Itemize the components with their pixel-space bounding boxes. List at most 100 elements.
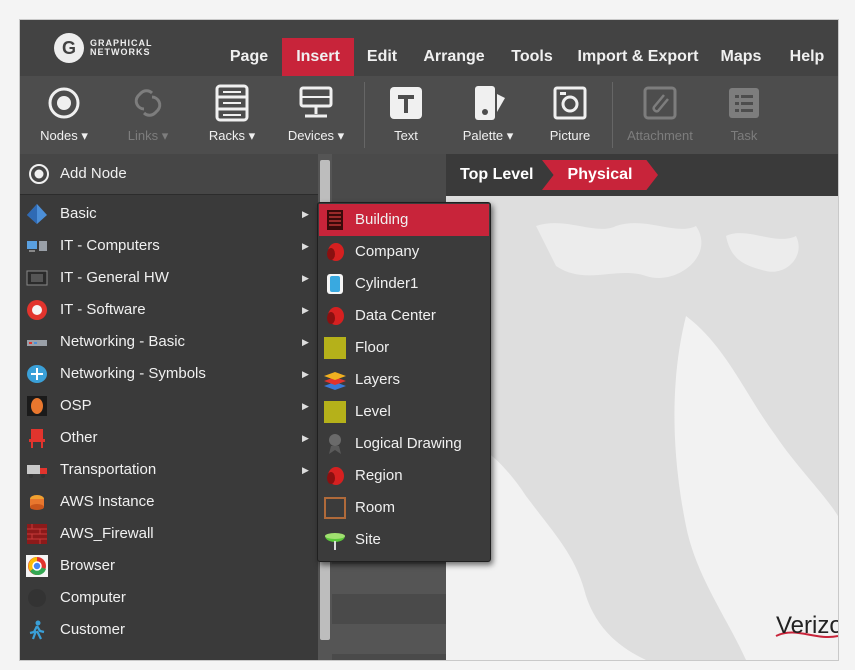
menu-item-networking-basic[interactable]: Networking - Basic ▶ xyxy=(20,326,318,358)
attachment-button[interactable]: Attachment xyxy=(620,82,700,152)
submenu-item-label: Region xyxy=(355,467,403,484)
map-label: Verizo xyxy=(776,612,838,639)
menu-item-osp[interactable]: OSP ▶ xyxy=(20,390,318,422)
submenu-arrow-icon: ▶ xyxy=(302,433,309,443)
map-canvas[interactable]: Verizo xyxy=(446,196,838,660)
menu-item-label: IT - Software xyxy=(60,301,146,318)
customer-icon xyxy=(26,619,48,641)
map-background xyxy=(446,196,838,660)
menu-tools[interactable]: Tools xyxy=(506,38,558,76)
menu-page[interactable]: Page xyxy=(222,38,276,76)
links-button[interactable]: Links ▾ xyxy=(108,82,188,152)
menu-item-it-general-hw[interactable]: IT - General HW ▶ xyxy=(20,262,318,294)
submenu-item-data-center[interactable]: Data Center xyxy=(319,300,489,332)
menu-insert[interactable]: Insert xyxy=(282,38,354,76)
menu-item-label: Transportation xyxy=(60,461,157,478)
menu-help[interactable]: Help xyxy=(784,38,830,76)
truck-icon xyxy=(26,459,48,481)
menu-item-transportation[interactable]: Transportation ▶ xyxy=(20,454,318,486)
hardware-icon xyxy=(26,267,48,289)
menu-item-other[interactable]: Other ▶ xyxy=(20,422,318,454)
submenu-item-label: Floor xyxy=(355,339,390,356)
add-node-label: Add Node xyxy=(60,165,127,182)
submenu-item-layers[interactable]: Layers xyxy=(319,364,489,396)
room-icon xyxy=(323,496,347,520)
menu-item-label: Computer xyxy=(60,589,126,606)
menu-item-label: AWS_Firewall xyxy=(60,525,154,542)
menu-bar: G GRAPHICAL NETWORKS Page Insert Edit Ar… xyxy=(20,20,838,76)
network-device-icon xyxy=(26,331,48,353)
submenu-arrow-icon: ▶ xyxy=(302,305,309,315)
task-icon xyxy=(704,82,784,124)
menu-item-aws-instance[interactable]: AWS Instance xyxy=(20,486,318,518)
menu-item-networking-symbols[interactable]: Networking - Symbols ▶ xyxy=(20,358,318,390)
submenu-item-building[interactable]: Building xyxy=(319,204,489,236)
toolbar-divider xyxy=(612,82,613,148)
submenu-item-logical-drawing[interactable]: Logical Drawing xyxy=(319,428,489,460)
menu-maps[interactable]: Maps xyxy=(716,38,766,76)
menu-arrange[interactable]: Arrange xyxy=(418,38,490,76)
breadcrumb-top-level[interactable]: Top Level xyxy=(460,160,534,190)
submenu-item-label: Building xyxy=(355,211,409,228)
attachment-label: Attachment xyxy=(627,128,693,143)
palette-button[interactable]: Palette ▾ xyxy=(448,82,528,152)
palette-icon xyxy=(448,82,528,124)
submenu-item-company[interactable]: Company xyxy=(319,236,489,268)
menu-item-customer[interactable]: Customer xyxy=(20,614,318,646)
menu-item-aws-firewall[interactable]: AWS_Firewall xyxy=(20,518,318,550)
toolbar-divider xyxy=(364,82,365,148)
submenu-item-site[interactable]: Site xyxy=(319,524,489,556)
submenu-item-label: Cylinder1 xyxy=(355,275,419,292)
menu-item-it-software[interactable]: IT - Software ▶ xyxy=(20,294,318,326)
task-label: Task xyxy=(730,128,758,143)
add-node-button[interactable]: Add Node xyxy=(20,154,318,195)
floor-icon xyxy=(323,336,347,360)
menu-item-computer[interactable]: Computer xyxy=(20,582,318,614)
menu-item-label: Other xyxy=(60,429,98,446)
menu-edit[interactable]: Edit xyxy=(360,38,404,76)
menu-item-label: Networking - Basic xyxy=(60,333,186,350)
cylinder-icon xyxy=(323,272,347,296)
palette-label: Palette ▾ xyxy=(462,128,514,143)
breadcrumb: Top Level Physical xyxy=(446,154,838,196)
menu-item-browser[interactable]: Browser xyxy=(20,550,318,582)
add-node-icon xyxy=(28,163,50,185)
submenu-item-floor[interactable]: Floor xyxy=(319,332,489,364)
computer-icon xyxy=(26,587,48,609)
submenu-arrow-icon: ▶ xyxy=(302,401,309,411)
submenu-item-label: Room xyxy=(355,499,396,516)
text-button[interactable]: Text xyxy=(366,82,446,152)
submenu-item-room[interactable]: Room xyxy=(319,492,489,524)
nodes-button[interactable]: Nodes ▾ xyxy=(24,82,104,152)
brand-name-line2: NETWORKS xyxy=(90,47,151,57)
breadcrumb-physical[interactable]: Physical xyxy=(542,160,658,190)
submenu-arrow-icon: ▶ xyxy=(302,273,309,283)
basic-submenu: Building Company Cylinder1 Data Center F… xyxy=(317,202,491,562)
layers-icon xyxy=(323,368,347,392)
menu-item-label: Browser xyxy=(60,557,116,574)
submenu-arrow-icon: ▶ xyxy=(302,209,309,219)
aws-instance-icon xyxy=(26,491,48,513)
firewall-icon xyxy=(26,523,48,545)
menu-import-export[interactable]: Import & Export xyxy=(574,38,702,76)
submenu-item-region[interactable]: Region xyxy=(319,460,489,492)
links-icon xyxy=(108,82,188,124)
picture-button[interactable]: Picture xyxy=(530,82,610,152)
brand-logo[interactable]: G GRAPHICAL NETWORKS xyxy=(54,32,153,64)
submenu-item-level[interactable]: Level xyxy=(319,396,489,428)
racks-button[interactable]: Racks ▾ xyxy=(192,82,272,152)
menu-item-basic[interactable]: Basic ▶ xyxy=(20,198,318,230)
menu-item-label: IT - General HW xyxy=(60,269,169,286)
submenu-arrow-icon: ▶ xyxy=(302,369,309,379)
menu-item-label: AWS Instance xyxy=(60,493,155,510)
menu-item-it-computers[interactable]: IT - Computers ▶ xyxy=(20,230,318,262)
logical-drawing-icon xyxy=(323,432,347,456)
site-icon xyxy=(323,528,347,552)
nodes-label: Nodes ▾ xyxy=(40,128,88,143)
submenu-arrow-icon: ▶ xyxy=(302,337,309,347)
menu-item-label: OSP xyxy=(60,397,92,414)
devices-button[interactable]: Devices ▾ xyxy=(276,82,356,152)
submenu-item-label: Layers xyxy=(355,371,401,388)
submenu-item-cylinder1[interactable]: Cylinder1 xyxy=(319,268,489,300)
task-button[interactable]: Task xyxy=(704,82,784,152)
